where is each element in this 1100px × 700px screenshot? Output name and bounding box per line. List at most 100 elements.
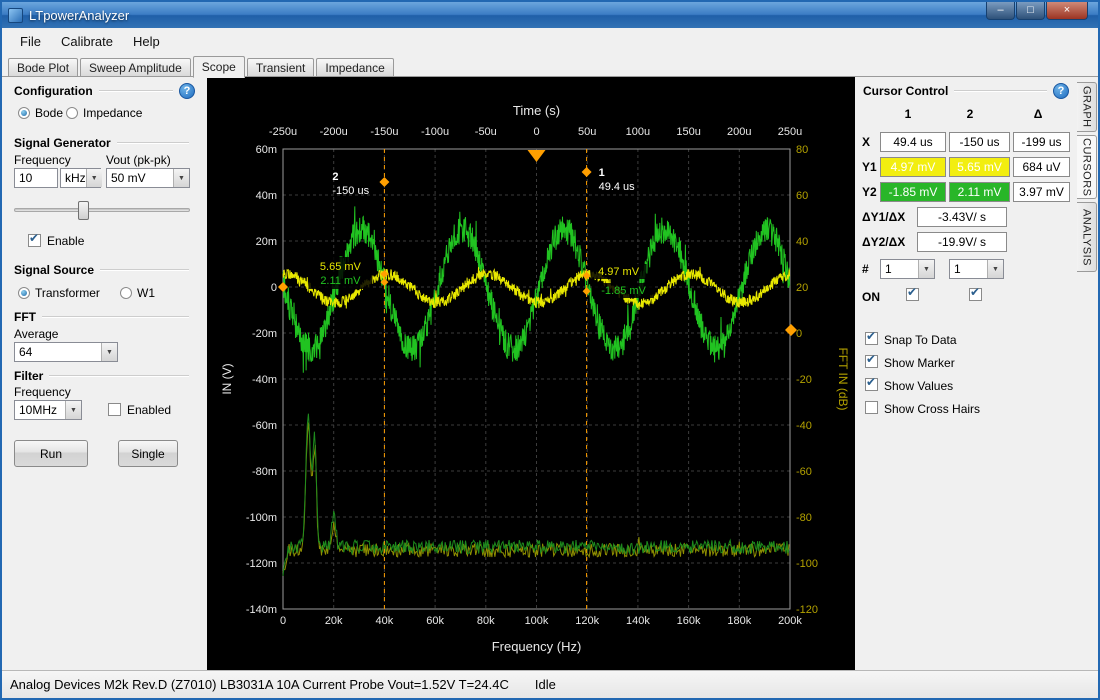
menu-bar: File Calibrate Help (2, 28, 1098, 54)
check-icon: ✔ (866, 352, 876, 366)
tab-sweep-amplitude[interactable]: Sweep Amplitude (80, 58, 191, 77)
filter-enabled-checkbox[interactable]: ✔ (108, 403, 121, 416)
y2-row-label: Y2 (862, 185, 877, 199)
cursor1-on-checkbox[interactable]: ✔ (906, 288, 919, 301)
tab-scope[interactable]: Scope (193, 56, 245, 78)
app-icon (8, 8, 23, 23)
amplitude-slider-track[interactable] (14, 208, 190, 212)
frequency-input[interactable]: 10 (14, 168, 58, 188)
frequency-unit-dropdown[interactable]: kHz ▼ (60, 168, 101, 188)
x-row-label: X (862, 135, 870, 149)
svg-text:2: 2 (332, 171, 338, 183)
svg-text:50u: 50u (578, 126, 596, 138)
cursor-control-header: Cursor Control ? (863, 83, 1069, 99)
svg-text:-150 us: -150 us (332, 185, 369, 197)
radio-icon (66, 107, 78, 119)
show-marker-checkbox[interactable]: ✔ (865, 355, 878, 368)
help-icon[interactable]: ? (179, 83, 195, 99)
settings-panel: Configuration ? Bode Impedance Signal Ge… (2, 77, 207, 670)
fft-title: FFT (14, 310, 36, 324)
configuration-title: Configuration (14, 84, 93, 98)
show-cross-hairs-label: Show Cross Hairs (884, 402, 980, 416)
svg-text:-100: -100 (796, 558, 818, 570)
radio-impedance[interactable]: Impedance (66, 106, 142, 120)
run-button[interactable]: Run (14, 440, 88, 467)
svg-text:-80: -80 (796, 512, 812, 524)
tab-bode-plot[interactable]: Bode Plot (8, 58, 78, 77)
svg-text:20k: 20k (325, 615, 343, 627)
amplitude-slider-thumb[interactable] (78, 201, 89, 220)
vout-dropdown[interactable]: 50 mV ▼ (106, 168, 190, 188)
snap-to-data-checkbox[interactable]: ✔ (865, 332, 878, 345)
svg-text:-120m: -120m (246, 558, 277, 570)
average-label: Average (14, 327, 58, 341)
tab-transient[interactable]: Transient (247, 58, 315, 77)
cursor2-x-value: -150 us (949, 132, 1010, 152)
cursor-control-panel: Cursor Control ? 1 2 Δ X 49.4 us -150 us… (855, 77, 1077, 670)
maximize-icon: □ (1027, 5, 1034, 16)
help-icon[interactable]: ? (1053, 83, 1069, 99)
close-icon: × (1064, 5, 1070, 16)
svg-text:5.65 mV: 5.65 mV (320, 261, 362, 273)
delta-x-value: -199 us (1013, 132, 1070, 152)
menu-calibrate[interactable]: Calibrate (51, 30, 123, 53)
fft-section-header: FFT (14, 310, 195, 324)
enable-checkbox[interactable]: ✔ (28, 234, 41, 247)
divider-line (100, 269, 189, 271)
radio-transformer[interactable]: Transformer (18, 286, 100, 300)
close-button[interactable]: × (1046, 2, 1088, 20)
tab-impedance[interactable]: Impedance (316, 58, 393, 77)
menu-file[interactable]: File (10, 30, 51, 53)
divider-line (49, 375, 189, 377)
svg-text:0: 0 (271, 282, 277, 294)
delta-y1-value: 684 uV (1013, 157, 1070, 177)
cursor2-y1-value: 5.65 mV (949, 157, 1010, 177)
svg-text:Time (s): Time (s) (513, 103, 560, 118)
side-tab-analysis[interactable]: ANALYSIS (1077, 202, 1097, 272)
side-tab-strip: GRAPH CURSORS ANALYSIS (1077, 77, 1098, 670)
minimize-icon: – (997, 5, 1003, 16)
radio-icon (120, 287, 132, 299)
radio-bode[interactable]: Bode (18, 106, 63, 120)
show-values-label: Show Values (884, 379, 953, 393)
title-bar[interactable]: LTpowerAnalyzer – □ × (2, 2, 1098, 28)
scope-plot[interactable]: -250u-200u-150u-100u-50u050u100u150u200u… (207, 77, 855, 670)
svg-text:80: 80 (796, 144, 808, 156)
signal-generator-section-header: Signal Generator (14, 136, 195, 150)
radio-w1[interactable]: W1 (120, 286, 155, 300)
show-values-checkbox[interactable]: ✔ (865, 378, 878, 391)
single-button[interactable]: Single (118, 440, 178, 467)
filter-frequency-dropdown[interactable]: 10MHz ▼ (14, 400, 82, 420)
svg-text:-60: -60 (796, 466, 812, 478)
svg-text:4.97 mV: 4.97 mV (598, 266, 640, 278)
side-tab-cursors[interactable]: CURSORS (1077, 135, 1097, 199)
minimize-button[interactable]: – (986, 2, 1015, 20)
svg-text:40m: 40m (256, 190, 277, 202)
dropdown-arrow-icon: ▼ (173, 169, 189, 187)
menu-help[interactable]: Help (123, 30, 170, 53)
snap-to-data-label: Snap To Data (884, 333, 957, 347)
radio-impedance-label: Impedance (83, 106, 142, 120)
frequency-value: 10 (19, 171, 32, 185)
svg-text:60: 60 (796, 190, 808, 202)
svg-text:100k: 100k (525, 615, 549, 627)
status-state: Idle (535, 677, 556, 692)
cursor2-trace-dropdown[interactable]: 1 ▼ (949, 259, 1004, 279)
maximize-button[interactable]: □ (1016, 2, 1045, 20)
show-cross-hairs-checkbox[interactable]: ✔ (865, 401, 878, 414)
svg-text:-250u: -250u (269, 126, 297, 138)
radio-selected-icon (18, 287, 30, 299)
cursor1-y2-value: -1.85 mV (880, 182, 946, 202)
column-header-1: 1 (900, 107, 916, 121)
side-tab-graph[interactable]: GRAPH (1077, 82, 1097, 132)
svg-text:IN (V): IN (V) (220, 363, 234, 394)
cursor1-x-value: 49.4 us (880, 132, 946, 152)
svg-text:Frequency (Hz): Frequency (Hz) (492, 639, 582, 654)
cursor1-trace-dropdown[interactable]: 1 ▼ (880, 259, 935, 279)
average-dropdown[interactable]: 64 ▼ (14, 342, 118, 362)
check-icon: ✔ (866, 329, 876, 343)
scope-chart[interactable]: -250u-200u-150u-100u-50u050u100u150u200u… (207, 77, 855, 670)
window-title: LTpowerAnalyzer (29, 8, 129, 23)
filter-enabled-label: Enabled (127, 403, 171, 417)
cursor2-on-checkbox[interactable]: ✔ (969, 288, 982, 301)
